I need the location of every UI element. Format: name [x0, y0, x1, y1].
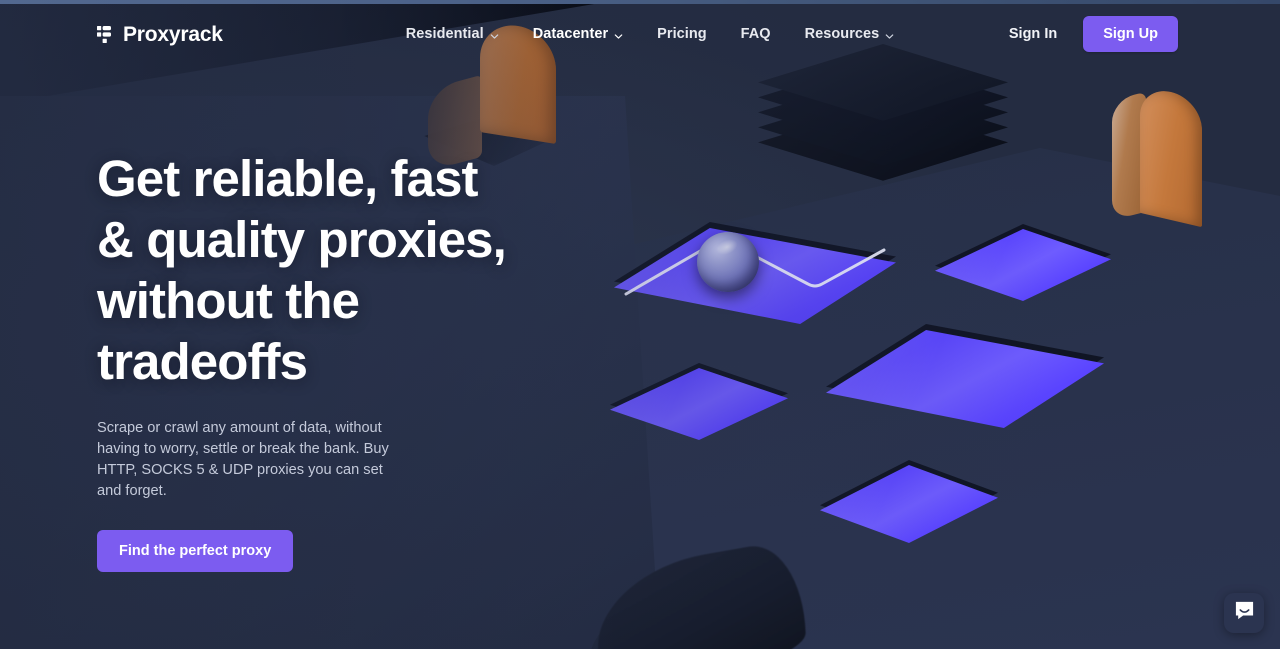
nav-item-label: Resources: [804, 26, 880, 42]
chevron-down-icon: [614, 29, 623, 39]
nav-item-label: FAQ: [740, 26, 771, 42]
chevron-down-icon: [490, 29, 499, 39]
nav-item-label: Datacenter: [532, 26, 609, 42]
nav-item-residential[interactable]: Residential: [389, 18, 516, 50]
chat-launcher-button[interactable]: [1224, 593, 1264, 633]
nav-item-faq[interactable]: FAQ: [724, 18, 788, 50]
primary-nav: Residential Datacenter Pricing FAQ Resou…: [389, 18, 911, 50]
chat-bubble-smile-icon: [1234, 600, 1255, 626]
nav-item-label: Residential: [405, 26, 484, 42]
proxyrack-blocks-icon: [97, 25, 114, 43]
nav-item-pricing[interactable]: Pricing: [640, 18, 724, 50]
site-header: Proxyrack Residential Datacenter Pricing…: [0, 4, 1280, 64]
page-title: Get reliable, fast & quality proxies, wi…: [97, 150, 507, 390]
page-root: Proxyrack Residential Datacenter Pricing…: [0, 0, 1280, 649]
find-the-perfect-proxy-button[interactable]: Find the perfect proxy: [97, 530, 294, 572]
brand-logo-link[interactable]: Proxyrack: [97, 24, 223, 45]
nav-item-resources[interactable]: Resources: [788, 18, 912, 50]
sign-in-button[interactable]: Sign In: [1003, 18, 1063, 50]
nav-item-datacenter[interactable]: Datacenter: [516, 18, 640, 50]
top-progress-strip: [0, 0, 1280, 4]
nav-item-label: Pricing: [657, 26, 707, 42]
brand-name: Proxyrack: [123, 22, 223, 46]
hero-subtitle: Scrape or crawl any amount of data, with…: [97, 420, 389, 499]
chevron-down-icon: [885, 29, 894, 39]
hero-copy-block: Get reliable, fast & quality proxies, wi…: [97, 148, 567, 572]
sign-up-button[interactable]: Sign Up: [1083, 16, 1178, 52]
header-actions: Sign In Sign Up: [1003, 16, 1178, 52]
